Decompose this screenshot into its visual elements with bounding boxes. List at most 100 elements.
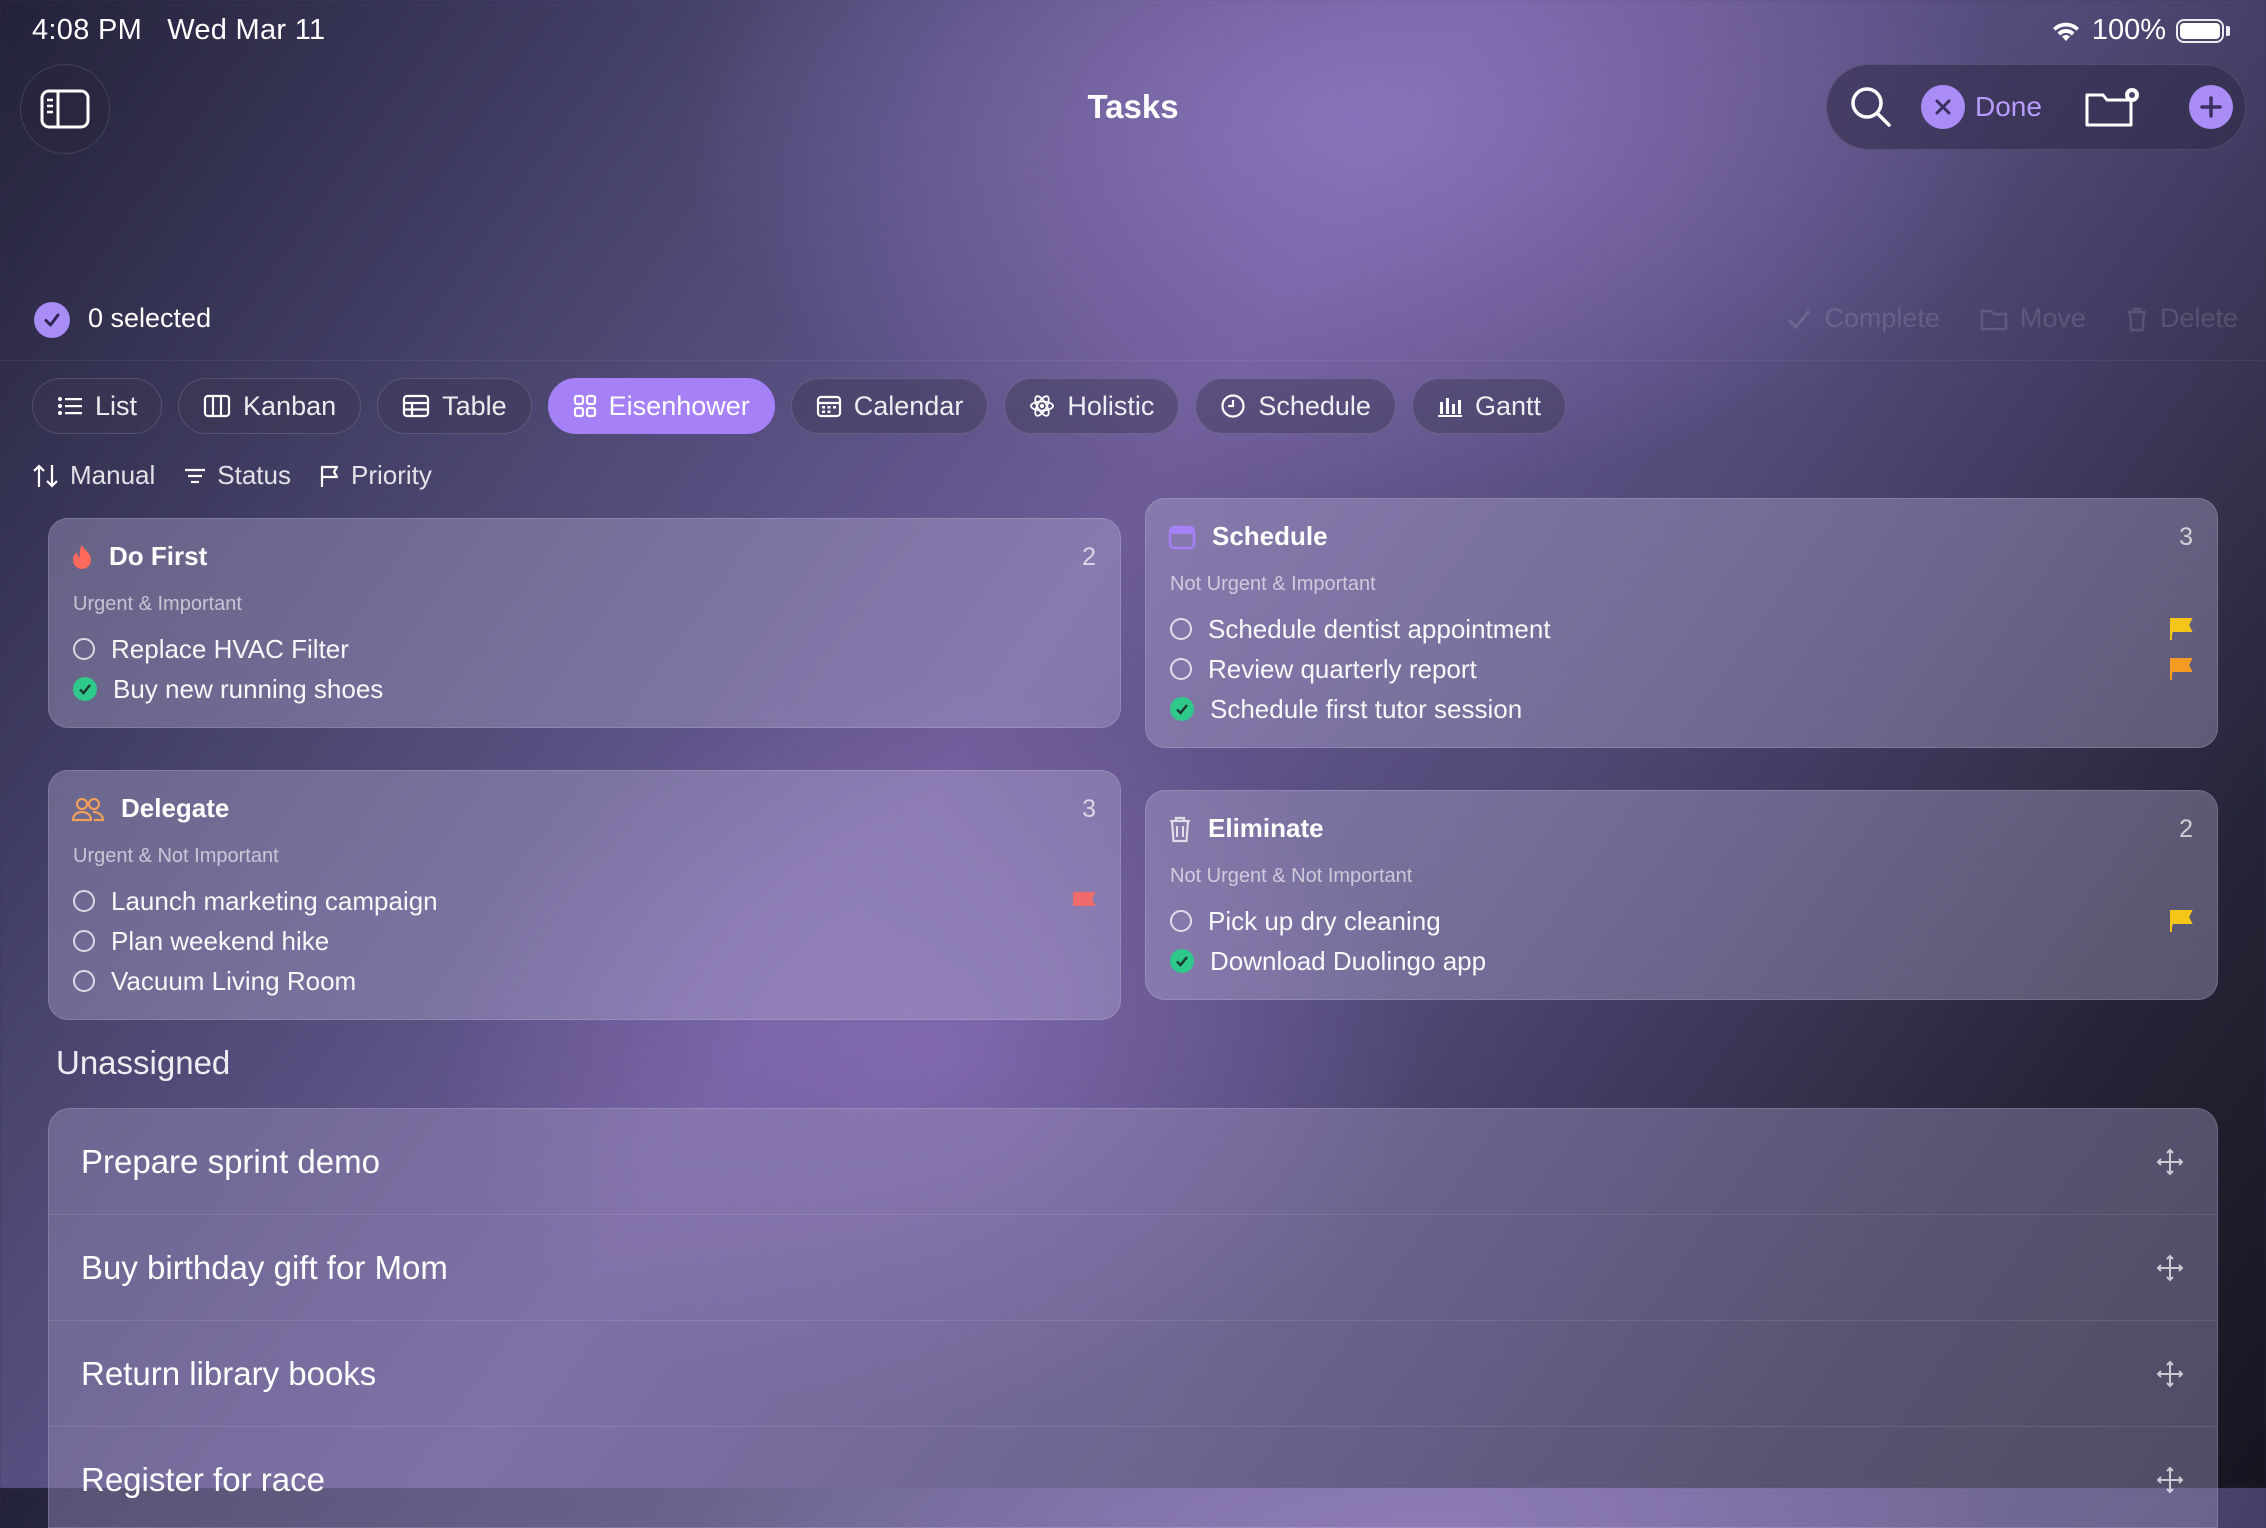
unassigned-heading: Unassigned [56, 1044, 231, 1081]
status-date-text: Wed Mar 11 [167, 14, 326, 46]
task-list: Schedule dentist appointment Review quar… [1170, 609, 2193, 729]
tab-kanban[interactable]: Kanban [178, 378, 362, 434]
move-label: Move [2019, 303, 2086, 333]
task-item[interactable]: Pick up dry cleaning [1170, 901, 2193, 941]
task-item[interactable]: Buy new running shoes [73, 669, 1096, 709]
task-item[interactable]: Schedule first tutor session [1170, 689, 2193, 729]
task-checkbox[interactable] [1170, 658, 1192, 680]
quadrant-title: Delegate [121, 793, 230, 823]
complete-label: Complete [1824, 303, 1940, 333]
tab-list[interactable]: List [32, 378, 163, 434]
search-button[interactable] [1841, 77, 1901, 137]
task-checkbox[interactable] [1170, 618, 1192, 640]
bar-chart-icon [1437, 394, 1463, 418]
drag-handle-icon[interactable] [2155, 1465, 2185, 1495]
task-list: Replace HVAC Filter Buy new running shoe… [73, 629, 1096, 709]
drag-handle-icon[interactable] [2155, 1147, 2185, 1177]
task-item[interactable]: Vacuum Living Room [73, 961, 1096, 1001]
battery-tip [2226, 25, 2230, 36]
tab-kanban-label: Kanban [243, 390, 337, 421]
tab-holistic-label: Holistic [1067, 390, 1155, 421]
quadrant-delegate[interactable]: Delegate 3 Urgent & Not Important Launch… [48, 770, 1121, 1020]
trash-icon [1168, 815, 1192, 843]
quadrant-header: Do First [71, 541, 207, 572]
battery-percent: 100% [2091, 14, 2166, 46]
atom-icon [1029, 393, 1055, 419]
task-checkbox[interactable] [1170, 910, 1192, 932]
sort-label: Manual [70, 460, 156, 490]
priority-filter-label: Priority [351, 460, 432, 490]
table-icon [402, 394, 430, 418]
priority-filter-button[interactable]: Priority [319, 460, 432, 491]
task-checkbox[interactable] [73, 970, 95, 992]
drag-handle-icon[interactable] [2155, 1359, 2185, 1389]
calendar-icon [816, 394, 842, 418]
quadrant-header: Delegate [71, 793, 229, 824]
quadrant-title: Schedule [1212, 521, 1328, 551]
task-checkbox[interactable] [73, 890, 95, 912]
unassigned-task-row[interactable]: Prepare sprint demo [49, 1109, 2217, 1215]
task-list: Pick up dry cleaning Download Duolingo a… [1170, 901, 2193, 981]
delete-label: Delete [2159, 303, 2238, 333]
flag-icon [2169, 658, 2193, 680]
battery-icon [2176, 18, 2224, 43]
delete-button[interactable]: Delete [2126, 303, 2238, 334]
list-icon [57, 395, 83, 417]
sort-button[interactable]: Manual [32, 460, 155, 491]
status-indicators: 100% [2050, 14, 2230, 47]
done-button[interactable]: Done [1921, 85, 2042, 129]
folder-icon [1980, 307, 2008, 331]
selection-actions: Complete Move Delete [1786, 303, 2238, 334]
task-title: Return library books [81, 1354, 377, 1392]
search-icon [1849, 85, 1893, 129]
quadrant-eliminate[interactable]: Eliminate 2 Not Urgent & Not Important P… [1145, 790, 2218, 1000]
task-checkbox-checked[interactable] [1170, 697, 1194, 721]
status-filter-button[interactable]: Status [183, 460, 291, 491]
task-title: Plan weekend hike [111, 925, 330, 956]
people-icon [71, 796, 105, 822]
quadrant-count: 2 [2179, 815, 2193, 843]
select-all-checkbox[interactable] [34, 302, 70, 338]
folder-settings-button[interactable] [2084, 85, 2144, 129]
task-title: Schedule first tutor session [1210, 693, 1523, 724]
tab-gantt[interactable]: Gantt [1411, 378, 1566, 434]
task-title: Review quarterly report [1208, 653, 1477, 684]
task-item[interactable]: Review quarterly report [1170, 649, 2193, 689]
task-checkbox[interactable] [73, 638, 95, 660]
unassigned-task-row[interactable]: Buy birthday gift for Mom [49, 1215, 2217, 1321]
task-item[interactable]: Download Duolingo app [1170, 941, 2193, 981]
tab-holistic[interactable]: Holistic [1004, 378, 1180, 434]
quadrant-do-first[interactable]: Do First 2 Urgent & Important Replace HV… [48, 518, 1121, 728]
folder-gear-icon [2084, 85, 2144, 129]
task-checkbox-checked[interactable] [1170, 949, 1194, 973]
task-list: Launch marketing campaign Plan weekend h… [73, 881, 1096, 1001]
complete-button[interactable]: Complete [1786, 303, 1940, 334]
task-checkbox[interactable] [73, 930, 95, 952]
task-item[interactable]: Launch marketing campaign [73, 881, 1096, 921]
task-item[interactable]: Plan weekend hike [73, 921, 1096, 961]
task-item[interactable]: Schedule dentist appointment [1170, 609, 2193, 649]
tab-table[interactable]: Table [377, 378, 532, 434]
status-time-text: 4:08 PM [32, 14, 143, 46]
move-button[interactable]: Move [1980, 303, 2086, 334]
tab-eisenhower[interactable]: Eisenhower [547, 378, 775, 434]
quadrant-count: 2 [1082, 543, 1096, 571]
tab-list-label: List [95, 390, 138, 421]
add-button[interactable] [2189, 85, 2233, 129]
drag-handle-icon[interactable] [2155, 1253, 2185, 1283]
task-checkbox-checked[interactable] [73, 677, 97, 701]
quadrant-subtitle: Urgent & Not Important [73, 845, 279, 867]
task-title: Schedule dentist appointment [1208, 613, 1551, 644]
unassigned-task-row[interactable]: Register for race [49, 1427, 2217, 1527]
unassigned-task-row[interactable]: Return library books [49, 1321, 2217, 1427]
tab-schedule[interactable]: Schedule [1195, 378, 1396, 434]
sort-arrows-icon [32, 463, 60, 489]
wifi-icon [2050, 19, 2082, 43]
selected-count: 0 selected [88, 303, 212, 333]
quadrant-count: 3 [2179, 523, 2193, 551]
tab-calendar[interactable]: Calendar [790, 378, 989, 434]
quadrant-header: Eliminate [1168, 813, 1324, 844]
task-item[interactable]: Replace HVAC Filter [73, 629, 1096, 669]
quadrant-schedule[interactable]: Schedule 3 Not Urgent & Important Schedu… [1145, 498, 2218, 748]
calendar-icon [1168, 524, 1196, 550]
